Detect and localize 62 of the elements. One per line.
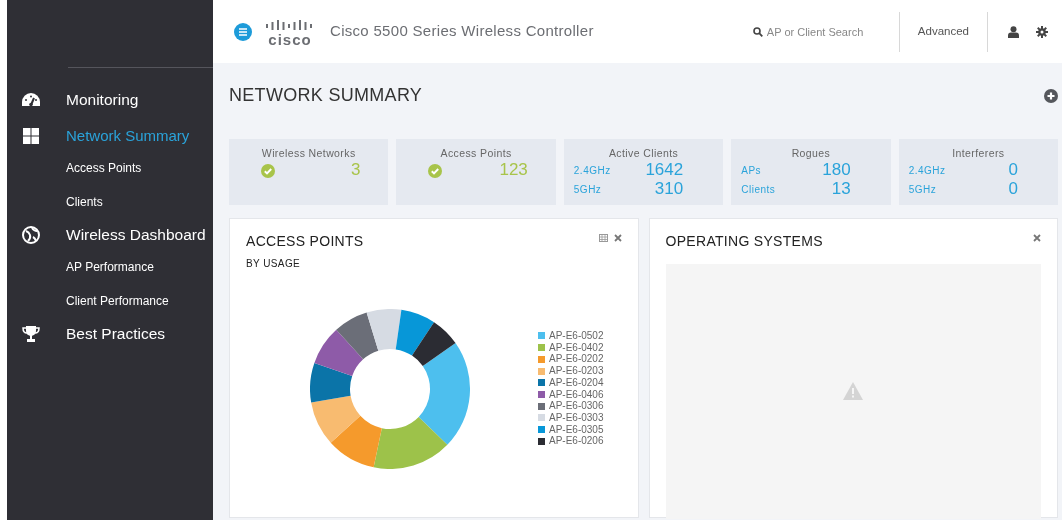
- settings-icon[interactable]: [1036, 25, 1048, 38]
- donut-slice: [336, 312, 379, 359]
- nav-subitem[interactable]: Client Performance: [66, 292, 169, 310]
- app-title: Cisco 5500 Series Wireless Controller: [330, 21, 594, 42]
- legend-item: AP-E6-0203: [538, 365, 604, 377]
- nav-subitem[interactable]: AP Performance: [66, 258, 154, 276]
- nav-subitem[interactable]: Clients: [66, 193, 103, 211]
- page-title: NETWORK SUMMARY: [229, 85, 423, 107]
- tile-label: 5GHz: [908, 182, 937, 197]
- trophy-icon: [21, 324, 41, 344]
- tile-label: 2.4GHz: [573, 164, 611, 179]
- menu-icon[interactable]: [234, 22, 252, 41]
- legend-item: AP-E6-0204: [538, 376, 604, 389]
- legend-item: AP-E6-0202: [538, 353, 604, 366]
- panel-subtitle: BY USAGE: [246, 256, 302, 271]
- tile-title: Rogues: [790, 145, 832, 161]
- tile-value: 123: [499, 161, 528, 181]
- advanced-button[interactable]: Advanced: [899, 22, 987, 41]
- nav-item[interactable]: Wireless Dashboard: [66, 225, 206, 245]
- search-field[interactable]: AP or Client Search: [752, 24, 875, 39]
- panel-title: ACCESS POINTS: [246, 231, 364, 251]
- nav-item[interactable]: Monitoring: [66, 90, 139, 110]
- tile-title: Interferers: [951, 145, 1006, 161]
- search-icon: [752, 26, 763, 37]
- legend-item: AP-E6-0305: [538, 423, 604, 436]
- close-icon[interactable]: [613, 233, 622, 242]
- globe-icon: [21, 225, 41, 245]
- tile-title: Access Points: [439, 145, 513, 161]
- tile-value: 1642: [645, 161, 684, 181]
- tile-value: 3: [350, 161, 361, 181]
- tile-value: 13: [831, 180, 851, 199]
- tile-title: Wireless Networks: [260, 145, 357, 161]
- nav-subitem[interactable]: Access Points: [66, 159, 142, 177]
- tile-label: Clients: [741, 182, 776, 197]
- tile-value: 0: [1008, 161, 1019, 181]
- user-icon[interactable]: [1008, 25, 1019, 38]
- table-icon[interactable]: [598, 233, 608, 242]
- close-icon[interactable]: [1033, 233, 1041, 242]
- legend-item: AP-E6-0306: [538, 400, 604, 412]
- warning-icon: [843, 382, 864, 401]
- tile-value: 310: [654, 180, 684, 199]
- legend-item: AP-E6-0502: [538, 330, 604, 342]
- legend-item: AP-E6-0402: [538, 341, 604, 354]
- logo: cisco: [266, 16, 314, 47]
- donut-slice: [314, 329, 364, 376]
- legend-item: AP-E6-0206: [538, 435, 604, 448]
- donut-slice: [310, 362, 353, 403]
- legend-item: AP-E6-0406: [538, 388, 604, 401]
- donut-slice: [311, 395, 361, 443]
- nav-item[interactable]: Network Summary: [66, 127, 190, 145]
- tile-value: 180: [822, 161, 851, 181]
- grid-icon: [21, 126, 41, 146]
- tile-value: 0: [1008, 180, 1019, 199]
- add-icon[interactable]: [1044, 88, 1058, 103]
- tile-label: APs: [741, 164, 762, 179]
- tile-label: 2.4GHz: [908, 164, 946, 179]
- donut-slice: [366, 308, 402, 351]
- tile-label: 5GHz: [573, 182, 602, 197]
- tile-title: Active Clients: [607, 145, 680, 161]
- legend-item: AP-E6-0303: [538, 412, 604, 424]
- nav-item[interactable]: Best Practices: [66, 324, 166, 344]
- panel-title: OPERATING SYSTEMS: [665, 231, 823, 251]
